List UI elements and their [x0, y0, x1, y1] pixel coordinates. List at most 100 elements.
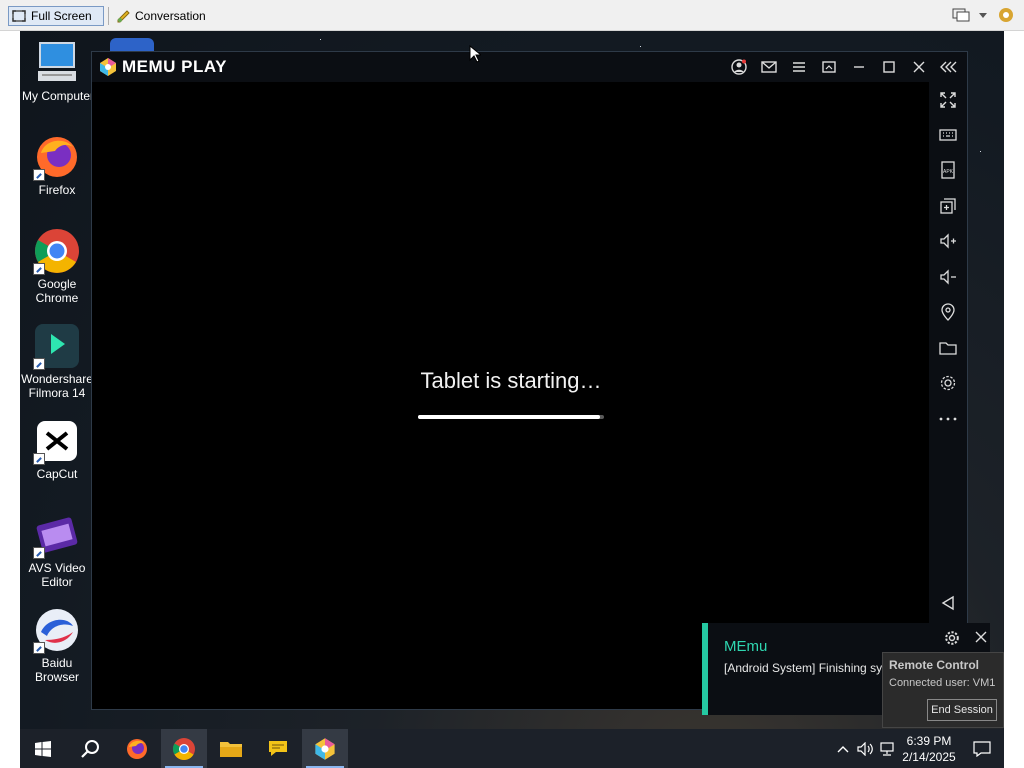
- install-apk-button[interactable]: APK: [936, 158, 960, 182]
- menu-button[interactable]: [789, 57, 809, 77]
- volume-button[interactable]: [854, 729, 876, 768]
- desktop-icon-label: Google Chrome: [35, 277, 79, 305]
- collapse-sidebar-button[interactable]: [939, 57, 959, 77]
- firefox-icon: [33, 133, 81, 181]
- end-session-button[interactable]: End Session: [927, 699, 997, 721]
- minimize-button[interactable]: [849, 57, 869, 77]
- boot-status-text: Tablet is starting…: [420, 368, 602, 393]
- taskbar-file-explorer[interactable]: [208, 729, 254, 768]
- fullscreen-icon: [12, 10, 26, 22]
- remote-control-panel: Remote Control Connected user: VM1 End S…: [882, 652, 1004, 728]
- memu-title-controls: [729, 57, 959, 77]
- viewer-right-margin: [1004, 31, 1024, 768]
- shortcut-arrow-icon: [33, 642, 45, 654]
- taskbar-memu[interactable]: [302, 729, 348, 768]
- location-button[interactable]: [936, 300, 960, 324]
- taskbar-chrome[interactable]: [161, 729, 207, 768]
- desktop-icon-firefox[interactable]: Firefox: [20, 133, 95, 197]
- network-icon: [880, 741, 894, 756]
- shortcut-arrow-icon: [33, 358, 45, 370]
- search-button[interactable]: [67, 729, 113, 768]
- desktop-icon-label: My Computer: [21, 89, 95, 103]
- more-options-button[interactable]: [936, 407, 960, 431]
- volume-up-button[interactable]: [936, 229, 960, 253]
- location-pin-icon: [941, 303, 955, 321]
- maximize-icon: [883, 61, 895, 73]
- settings-button[interactable]: [936, 371, 960, 395]
- memu-window: MEMU PLAY Tablet is starting… APK: [91, 51, 968, 710]
- window-mode-icon: [822, 61, 836, 73]
- multi-instance-button[interactable]: [936, 194, 960, 218]
- fullscreen-button[interactable]: Full Screen: [8, 6, 104, 26]
- notification-title: MEmu: [724, 638, 768, 655]
- action-center-button[interactable]: [960, 729, 1004, 768]
- boot-progress-bar: [418, 415, 604, 419]
- screenshot-mode-button[interactable]: [819, 57, 839, 77]
- account-icon: [731, 59, 747, 75]
- back-triangle-icon: [941, 595, 954, 611]
- show-hidden-icons-button[interactable]: [832, 729, 854, 768]
- notification-close-icon[interactable]: [974, 630, 988, 644]
- remote-viewer-toolbar: Full Screen Conversation: [0, 0, 1024, 31]
- add-window-icon: [940, 198, 956, 214]
- account-button[interactable]: [729, 57, 749, 77]
- mail-icon: [761, 61, 777, 73]
- notification-icon: [973, 740, 991, 757]
- taskbar-chat-app[interactable]: [255, 729, 301, 768]
- settings-gear-icon[interactable]: [996, 5, 1016, 25]
- boot-progress-fill: [418, 415, 601, 419]
- conversation-button[interactable]: Conversation: [115, 6, 206, 26]
- taskbar-clock[interactable]: 6:39 PM 2/14/2025: [898, 733, 960, 765]
- fullscreen-toggle-button[interactable]: [936, 88, 960, 112]
- desktop-icon-my-computer[interactable]: My Computer: [20, 39, 96, 103]
- viewer-left-margin: [0, 31, 20, 768]
- notification-message: [Android System] Finishing system update: [724, 661, 884, 675]
- hamburger-menu-icon: [793, 62, 805, 72]
- memu-titlebar[interactable]: MEMU PLAY: [92, 52, 967, 82]
- minimize-icon: [854, 66, 864, 68]
- folder-icon: [939, 342, 957, 355]
- shortcut-arrow-icon: [33, 547, 45, 559]
- network-button[interactable]: [876, 729, 898, 768]
- star: [980, 151, 981, 152]
- desktop-icon-label: AVS Video Editor: [28, 561, 86, 589]
- notification-settings-icon[interactable]: [944, 630, 960, 646]
- folder-icon: [220, 741, 242, 757]
- star: [320, 39, 321, 40]
- svg-text:APK: APK: [943, 169, 954, 175]
- android-back-button[interactable]: [936, 591, 960, 615]
- chevron-down-icon[interactable]: [978, 10, 988, 20]
- taskbar-firefox[interactable]: [114, 729, 160, 768]
- star: [640, 46, 641, 47]
- baidu-browser-icon: [33, 606, 81, 654]
- mouse-cursor-icon: [469, 45, 481, 63]
- desktop-icon-baidu-browser[interactable]: Baidu Browser: [20, 606, 95, 684]
- display-icon[interactable]: [952, 7, 970, 23]
- volume-down-button[interactable]: [936, 265, 960, 289]
- mail-button[interactable]: [759, 57, 779, 77]
- android-screen[interactable]: Tablet is starting…: [92, 82, 930, 709]
- system-tray: 6:39 PM 2/14/2025: [832, 729, 1004, 768]
- conversation-label: Conversation: [135, 9, 206, 23]
- close-button[interactable]: [909, 57, 929, 77]
- firefox-icon: [127, 738, 147, 759]
- maximize-button[interactable]: [879, 57, 899, 77]
- keyboard-mapping-button[interactable]: [936, 123, 960, 147]
- desktop-icon-avs-video-editor[interactable]: AVS Video Editor: [20, 511, 95, 589]
- desktop-icon-filmora[interactable]: Wondershare Filmora 14: [20, 322, 95, 400]
- more-horizontal-icon: [939, 417, 957, 421]
- speaker-icon: [857, 741, 873, 756]
- desktop-icon-label: CapCut: [36, 467, 78, 481]
- avs-video-icon: [33, 511, 81, 559]
- windows-logo-icon: [35, 740, 51, 757]
- desktop-icon-chrome[interactable]: Google Chrome: [20, 227, 95, 305]
- desktop-icon-capcut[interactable]: CapCut: [20, 417, 95, 481]
- shortcut-arrow-icon: [33, 169, 45, 181]
- shared-folder-button[interactable]: [936, 336, 960, 360]
- start-button[interactable]: [20, 729, 66, 768]
- search-icon: [81, 739, 99, 758]
- connected-user-text: Connected user: VM1: [889, 677, 996, 689]
- fullscreen-label: Full Screen: [31, 9, 92, 23]
- computer-icon: [34, 39, 82, 87]
- memu-logo: MEMU PLAY: [98, 57, 227, 77]
